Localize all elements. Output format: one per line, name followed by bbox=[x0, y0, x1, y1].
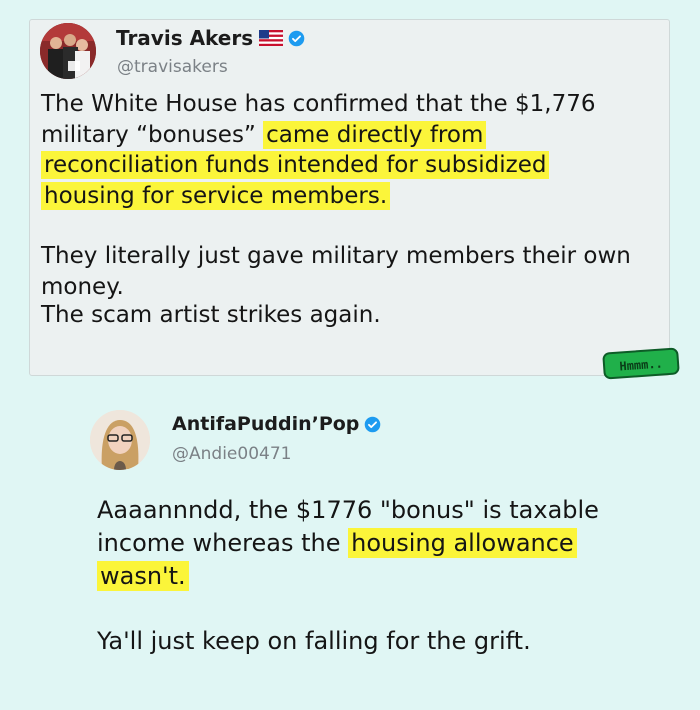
tweet1-paragraph-3: The scam artist strikes again. bbox=[41, 302, 381, 328]
tweet1-name-row: Travis Akers bbox=[116, 26, 305, 50]
tweet1-paragraph-2: They literally just gave military member… bbox=[41, 243, 631, 300]
verified-badge-icon bbox=[288, 30, 305, 46]
us-flag-icon bbox=[259, 30, 284, 46]
avatar-photo-icon bbox=[90, 410, 150, 470]
tweet1-display-name[interactable]: Travis Akers bbox=[116, 26, 253, 50]
avatar-photo-icon bbox=[40, 23, 96, 79]
tweet1-handle[interactable]: @travisakers bbox=[117, 57, 228, 77]
travis-akers-avatar[interactable] bbox=[40, 23, 96, 79]
tweet2-handle[interactable]: @Andie00471 bbox=[172, 444, 291, 464]
tweet1-paragraph-1: The White House has confirmed that the $… bbox=[41, 89, 641, 211]
tweet2-paragraph-2: Ya'll just keep on falling for the grift… bbox=[97, 627, 531, 655]
tweet2-paragraph-1: Aaaannndd, the $1776 "bonus" is taxable … bbox=[97, 494, 637, 593]
hmmm-sticker: Hmmm.. bbox=[602, 347, 680, 380]
tweet2-display-name[interactable]: AntifaPuddin’Pop bbox=[172, 413, 359, 435]
tweet2-name-row: AntifaPuddin’Pop bbox=[172, 413, 381, 435]
antifa-puddinpop-avatar[interactable] bbox=[90, 410, 150, 470]
verified-badge-icon bbox=[365, 416, 381, 432]
